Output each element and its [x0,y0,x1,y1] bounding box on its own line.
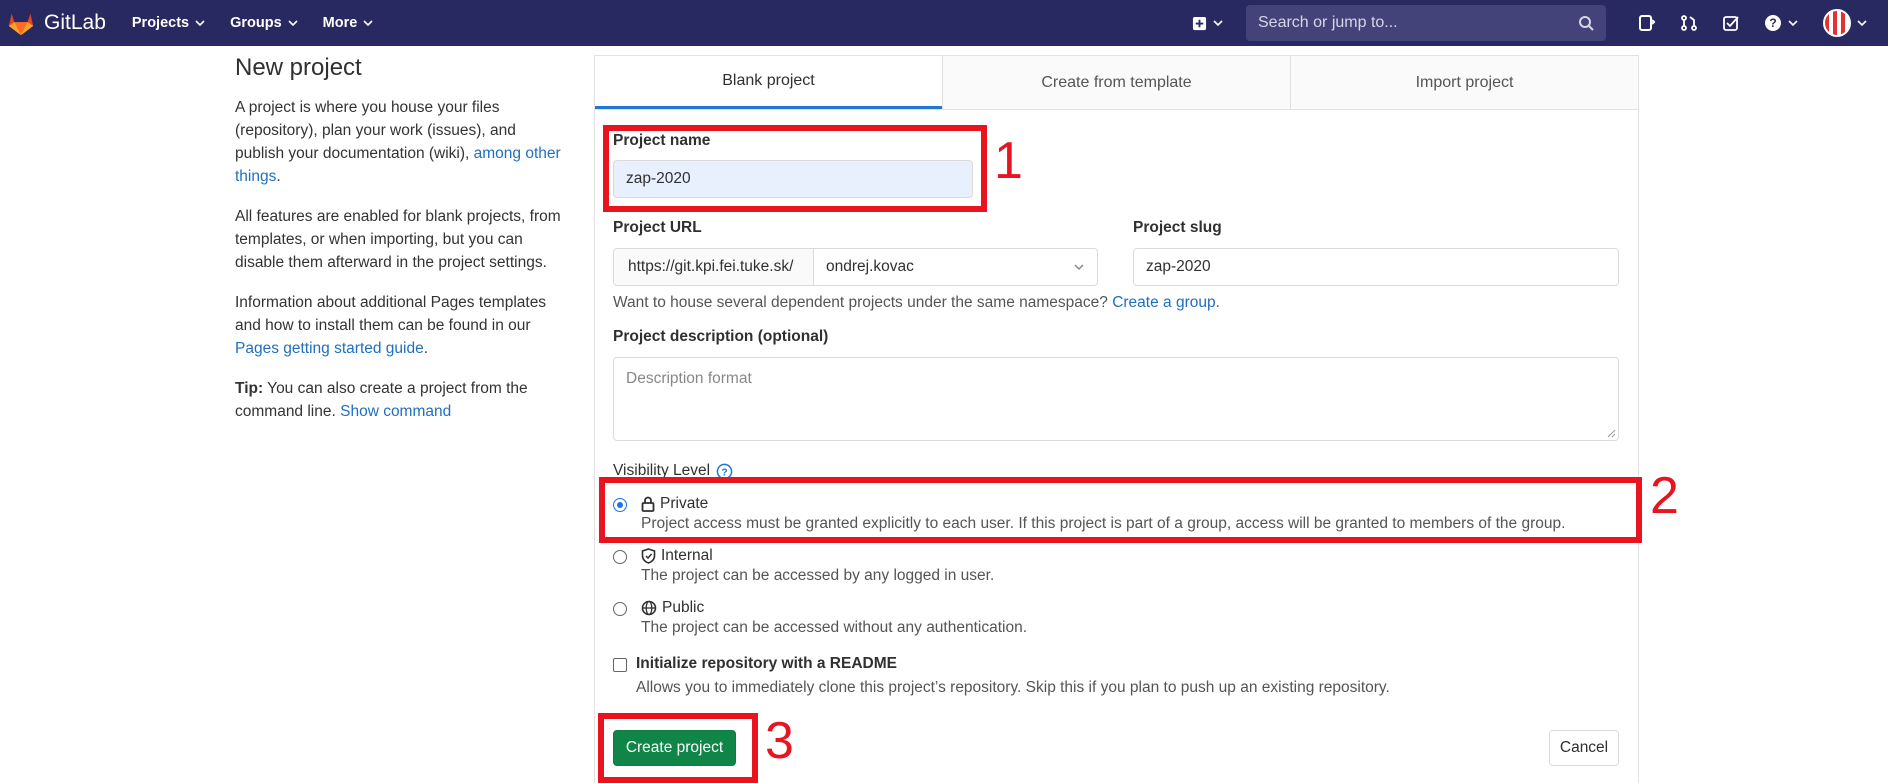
visibility-title-text: Internal [661,547,713,564]
project-description-textarea[interactable]: Description format [613,357,1619,441]
visibility-public-desc: The project can be accessed without any … [641,619,1028,636]
issues-icon [1639,15,1656,31]
svg-text:?: ? [1769,16,1776,30]
shield-icon [641,548,656,564]
help-icon: ? [1765,15,1781,31]
help-dropdown[interactable]: ? [1764,14,1799,32]
chevron-down-icon [288,20,298,27]
nav-more-dropdown[interactable]: More [323,15,375,31]
gitlab-home-link[interactable]: GitLab [6,8,106,38]
pages-guide-link[interactable]: Pages getting started guide [235,340,424,357]
project-url-prefix: https://git.kpi.fei.tuke.sk/ [613,248,814,286]
tip-paragraph: Tip: You can also create a project from … [235,377,565,423]
merge-request-icon [1681,15,1697,31]
annotation-box-2 [599,477,1642,543]
project-slug-label: Project slug [1133,219,1222,236]
info-text: Information about additional Pages templ… [235,294,547,334]
visibility-public-option[interactable]: Public The project can be accessed witho… [613,599,1027,637]
chevron-down-icon [363,20,373,27]
new-project-info: New project A project is where you house… [235,54,565,440]
visibility-title-text: Public [662,599,705,616]
user-menu-dropdown[interactable] [1823,9,1868,37]
gitlab-logo-icon [8,13,34,36]
visibility-public-body: Public The project can be accessed witho… [641,599,1027,637]
annotation-number-2: 2 [1650,467,1679,525]
chevron-down-icon [1074,264,1084,271]
chevron-down-icon [195,20,205,27]
todo-check-icon [1723,16,1739,31]
annotation-box-1 [603,125,987,212]
nav-groups-dropdown[interactable]: Groups [230,15,299,31]
globe-icon [641,600,657,616]
nav-more-label: More [322,15,358,31]
resize-handle-icon[interactable] [1606,428,1616,438]
info-text: . [423,340,429,357]
show-command-link[interactable]: Show command [340,403,451,420]
help-text: . [1215,294,1220,311]
top-navbar: GitLab Projects Groups More Search or ju… [0,0,1888,46]
tab-blank-project[interactable]: Blank project [595,56,942,109]
chevron-down-icon [1213,20,1223,27]
info-paragraph-2: All features are enabled for blank proje… [235,208,561,271]
annotation-number-3: 3 [765,712,794,770]
annotation-number-1: 1 [994,132,1023,190]
cancel-button[interactable]: Cancel [1549,730,1619,766]
tab-create-from-template[interactable]: Create from template [942,56,1290,109]
readme-label[interactable]: Initialize repository with a README [636,655,897,673]
new-item-dropdown[interactable] [1192,16,1224,31]
page-title: New project [235,54,362,81]
visibility-public-title: Public [641,599,1027,617]
visibility-internal-option[interactable]: Internal The project can be accessed by … [613,547,994,585]
project-description-label: Project description (optional) [613,328,829,345]
tip-label: Tip: [235,380,264,397]
search-icon [1579,16,1594,31]
chevron-down-icon [1788,20,1798,27]
issues-button[interactable] [1638,14,1656,32]
info-paragraph-3: Information about additional Pages templ… [235,291,565,360]
plus-square-icon [1192,16,1207,30]
nav-right: Search or jump to... ? [1192,0,1888,46]
brand-name: GitLab [44,11,106,34]
merge-requests-button[interactable] [1680,14,1698,32]
nav-groups-label: Groups [230,15,282,31]
description-placeholder: Description format [626,370,752,387]
nav-projects-dropdown[interactable]: Projects [132,15,206,31]
nav-menu: Projects Groups More [132,15,398,31]
readme-description: Allows you to immediately clone this pro… [636,679,1390,696]
project-url-label: Project URL [613,219,702,236]
group-help-text: Want to house several dependent projects… [613,294,1220,312]
namespace-select[interactable]: ondrej.kovac [813,248,1098,286]
avatar [1823,9,1851,37]
info-paragraph-1: A project is where you house your files … [235,96,565,188]
chevron-down-icon [1857,20,1867,27]
create-group-link[interactable]: Create a group [1112,294,1215,311]
help-text: Want to house several dependent projects… [613,294,1113,311]
visibility-public-radio[interactable] [613,602,627,616]
visibility-internal-title: Internal [641,547,994,565]
project-tabs: Blank project Create from template Impor… [595,56,1638,110]
project-slug-input[interactable]: zap-2020 [1133,248,1619,286]
search-placeholder: Search or jump to... [1258,14,1398,31]
nav-projects-label: Projects [131,15,190,31]
readme-checkbox[interactable] [613,658,627,672]
visibility-internal-radio[interactable] [613,550,627,564]
search-input[interactable]: Search or jump to... [1246,5,1606,41]
visibility-internal-desc: The project can be accessed by any logge… [641,567,995,584]
todos-button[interactable] [1722,14,1740,32]
info-text: . [276,168,281,185]
namespace-value: ondrej.kovac [826,258,914,275]
tab-import-project[interactable]: Import project [1290,56,1638,109]
annotation-box-3 [598,713,758,783]
visibility-internal-body: Internal The project can be accessed by … [641,547,994,585]
